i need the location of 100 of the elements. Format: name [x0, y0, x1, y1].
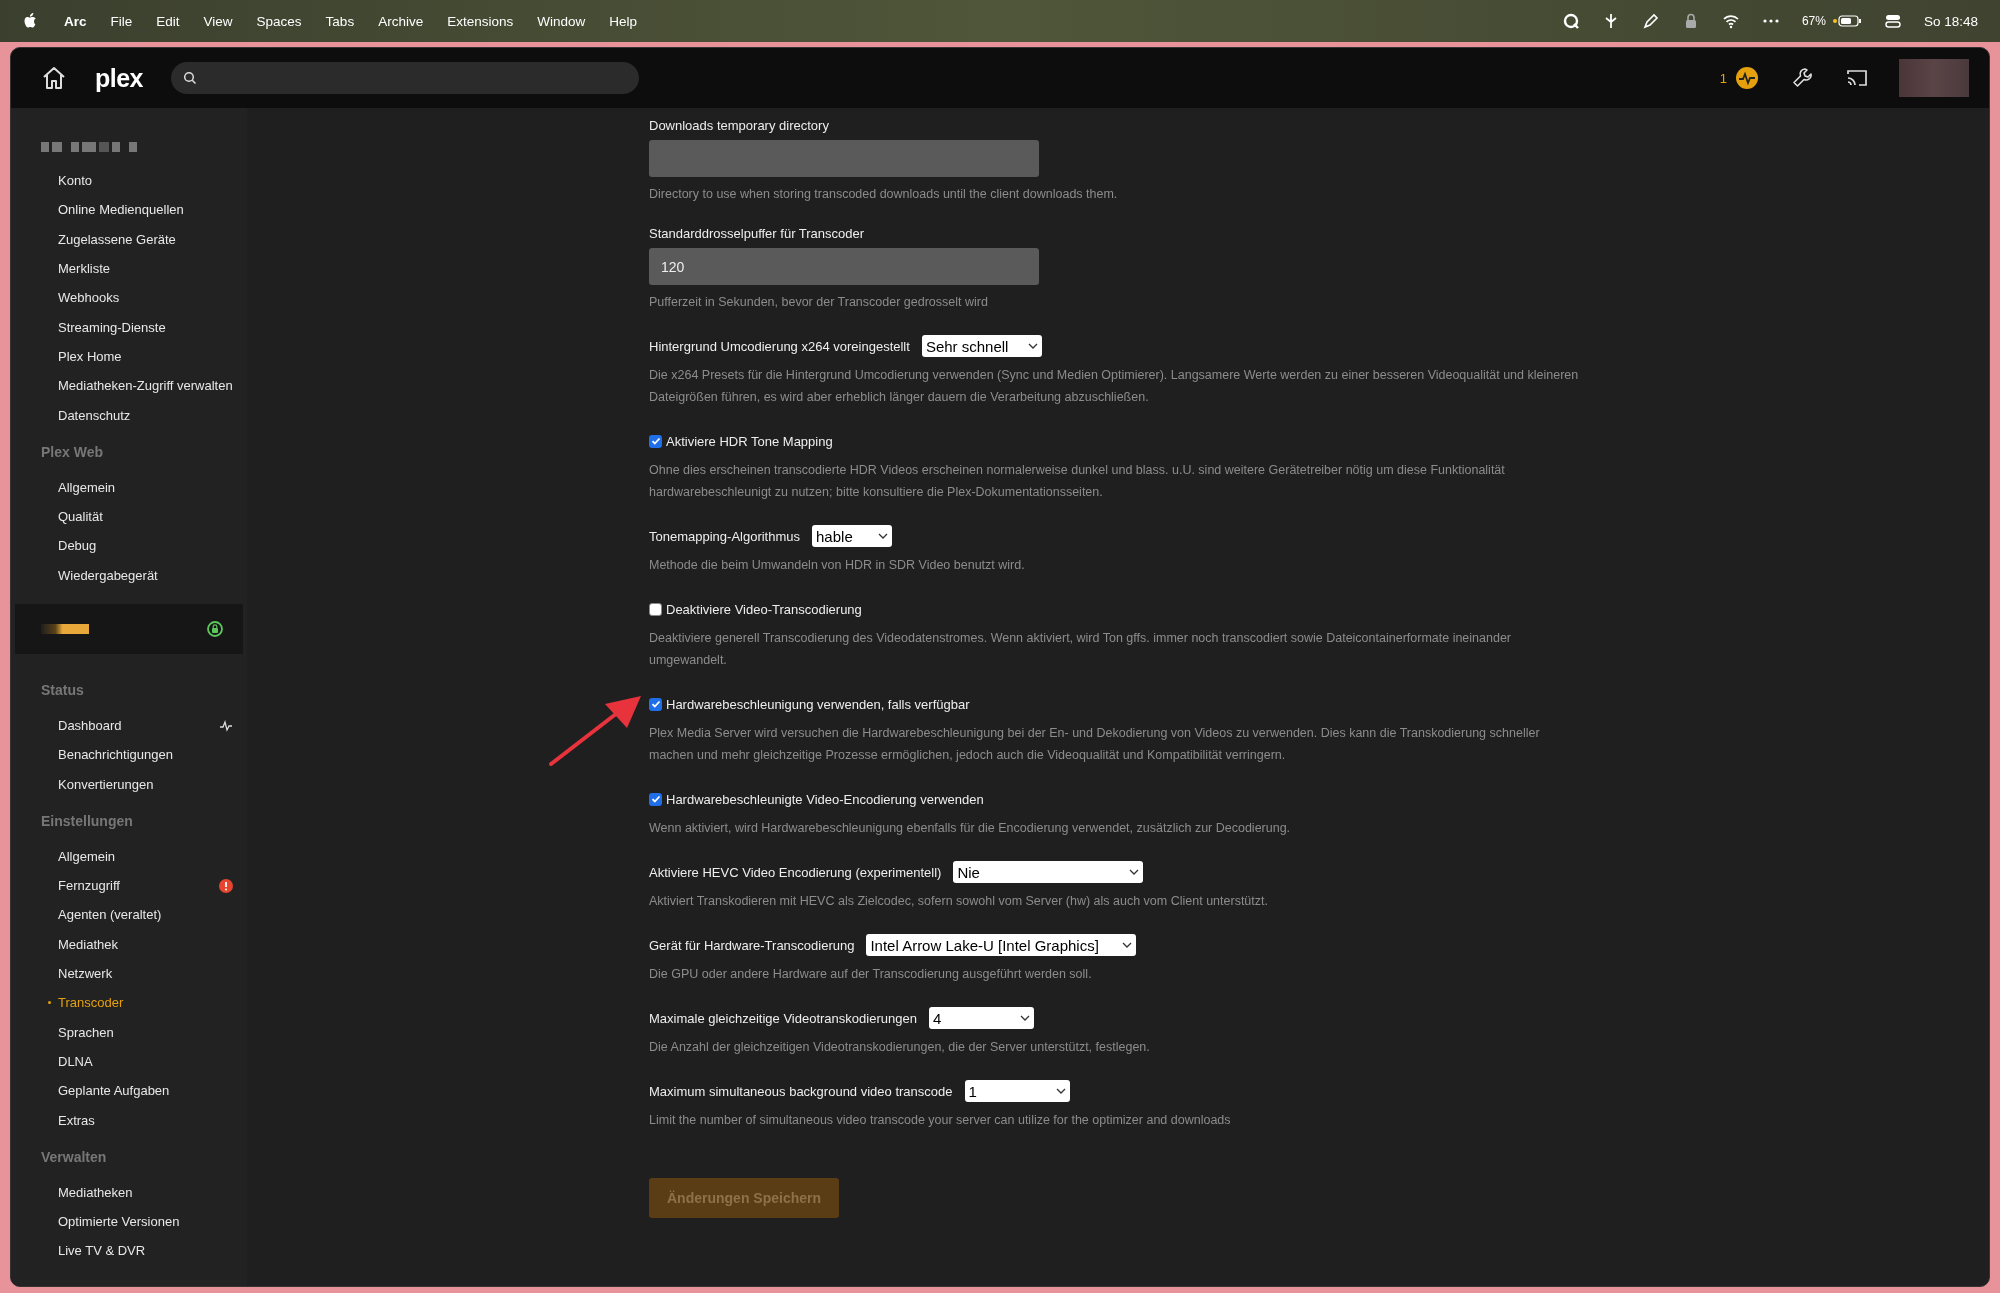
setting-label: Hintergrund Umcodierung x264 voreingestellt — [649, 338, 910, 354]
setting-label: Aktiviere HDR Tone Mapping — [666, 433, 833, 449]
setting-description: Die GPU oder andere Hardware auf der Transcodierung ausgeführt werden soll. — [649, 966, 1093, 983]
setting-label: Hardwarebeschleunigte Video-Encodierung verwenden — [666, 791, 984, 807]
input-field[interactable] — [649, 140, 1039, 177]
sidebar-item[interactable]: Debug — [11, 531, 247, 561]
menu-item[interactable]: Spaces — [256, 13, 302, 29]
setting-label: Deaktiviere Video-Transcodierung — [666, 601, 862, 617]
section-heading: Status — [40, 680, 85, 700]
setting-label: Tonemapping-Algorithmus — [649, 528, 801, 544]
sidebar-item[interactable]: Extras — [11, 1105, 247, 1135]
sidebar-item[interactable]: Zugelassene Geräte — [11, 224, 247, 254]
server-panel[interactable] — [15, 603, 243, 654]
sidebar-item[interactable]: Streaming-Dienste — [11, 312, 247, 342]
menu-item[interactable]: View — [203, 13, 233, 29]
battery-percentage: 67% — [1801, 14, 1826, 28]
circle-icon[interactable] — [1561, 12, 1580, 30]
wifi-icon[interactable] — [1721, 12, 1740, 30]
sidebar-item[interactable]: Dashboard — [11, 710, 247, 741]
menu-item[interactable]: Extensions — [447, 13, 514, 29]
menu-item[interactable]: File — [110, 13, 133, 29]
setting-description: Methode die beim Umwandeln von HDR in SDR Video benutzt wird. — [649, 557, 1026, 574]
setting-description: Die x264 Presets für die Hintergrund Umcodierung verwenden (Sync und Medien Optimierer). Langsamere Werte werden zu einer besseren Videoqualität und kleineren Dateigrößen führen, es wird aber erheblich länger dauern die Verarbeitung abzuschließen. — [649, 367, 1580, 406]
setting-label: Aktiviere HEVC Video Encodierung (experimentell) — [649, 864, 942, 880]
checkbox[interactable] — [649, 792, 662, 806]
sidebar-item[interactable]: Transcoder — [11, 988, 247, 1018]
dropdown[interactable]: 1 — [964, 1080, 1070, 1102]
caret-icon — [1129, 868, 1140, 876]
menu-item[interactable]: Help — [609, 13, 637, 29]
menu-item[interactable]: Window — [537, 13, 586, 29]
setting-label: Hardwarebeschleunigung verwenden, falls verfügbar — [666, 696, 970, 712]
menu-item[interactable]: Edit — [156, 13, 180, 29]
sidebar-item[interactable]: Mediatheken — [11, 1177, 247, 1207]
sidebar-item[interactable]: Plex Home — [11, 341, 247, 372]
setting-description: Deaktiviere generell Transcodierung des Videodatenstromes. Wenn aktiviert, wird Ton gffs. immer noch transcodiert sowie Dateicontainerformate ineinander umgewandelt. — [649, 630, 1513, 669]
clock[interactable]: So 18:48 — [1923, 13, 1978, 29]
sidebar-item[interactable]: Konvertierungen — [11, 769, 247, 799]
setting-description: Directory to use when storing transcoded downloads until the client downloads them. — [649, 186, 1119, 203]
checkbox[interactable] — [649, 434, 662, 448]
wrench-icon[interactable] — [1791, 66, 1815, 90]
control-center-icon[interactable] — [1883, 12, 1902, 30]
activity-count: 1 — [1719, 70, 1727, 86]
section-heading: Einstellungen — [40, 811, 134, 831]
menu-item[interactable]: Arc — [64, 13, 87, 29]
caret-icon — [1019, 1014, 1030, 1022]
sidebar-item[interactable]: Benachrichtigungen — [11, 740, 247, 770]
setting-description: Limit the number of simultaneous video transcode your server can utilize for the optimizer and downloads — [649, 1112, 1232, 1129]
setting-description: Die Anzahl der gleichzeitigen Videotranskodierungen, die der Server unterstützt, festlegen. — [649, 1039, 1151, 1056]
sidebar-item[interactable]: Fernzugriff — [11, 871, 247, 901]
checkbox[interactable] — [649, 697, 662, 711]
home-icon[interactable] — [41, 65, 67, 91]
caret-icon — [1027, 342, 1038, 350]
caret-icon — [1122, 941, 1133, 949]
checkbox[interactable] — [649, 602, 662, 616]
sidebar-item[interactable]: Sprachen — [11, 1017, 247, 1047]
menu-item[interactable]: Tabs — [325, 13, 355, 29]
sidebar-item[interactable]: Agenten (veraltet) — [11, 900, 247, 930]
sidebar-item[interactable]: Live TV & DVR — [11, 1236, 247, 1266]
dropdown[interactable]: Sehr schnell — [921, 335, 1042, 357]
setting-description: Aktiviert Transkodieren mit HEVC als Zielcodec, sofern sowohl vom Server (hw) als auch vom Client unterstützt. — [649, 893, 1269, 910]
caret-icon — [1055, 1087, 1066, 1095]
activity-icon[interactable] — [1735, 66, 1759, 90]
sidebar-item[interactable]: Wiedergabegerät — [11, 560, 247, 590]
redacted-server-name — [41, 623, 89, 634]
sidebar-item[interactable]: Online Medienquellen — [11, 195, 247, 225]
setting-label: Maximale gleichzeitige Videotranskodierungen — [649, 1010, 917, 1026]
sidebar-item[interactable]: Netzwerk — [11, 958, 247, 989]
sidebar-item[interactable]: Mediatheken-Zugriff verwalten — [11, 371, 247, 401]
setting-label: Maximum simultaneous background video transcode — [649, 1083, 953, 1099]
dropdown[interactable]: hable — [812, 525, 893, 547]
sidebar-item[interactable]: Merkliste — [11, 253, 247, 284]
sidebar-item[interactable]: Geplante Aufgaben — [11, 1076, 247, 1106]
sidebar-item[interactable]: Mediathek — [11, 929, 247, 959]
dropdown[interactable]: 4 — [928, 1007, 1034, 1029]
battery-icon[interactable] — [1831, 14, 1862, 28]
sidebar-item[interactable]: DLNA — [11, 1046, 247, 1077]
section-heading: Verwalten — [40, 1147, 108, 1167]
sidebar-item[interactable]: Allgemein — [11, 472, 247, 502]
setting-label: Standarddrosselpuffer für Transcoder — [649, 226, 866, 241]
setting-label: Downloads temporary directory — [649, 118, 830, 133]
sidebar-item[interactable]: Qualität — [11, 501, 247, 532]
menu-item[interactable]: Archive — [378, 13, 424, 29]
caret-icon — [878, 532, 889, 540]
dropdown[interactable]: Intel Arrow Lake-U [Intel Graphics] — [866, 934, 1137, 956]
setting-description: Wenn aktiviert, wird Hardwarebeschleunigung ebenfalls für die Encodierung verwendet, zusätzlich zur Decodierung. — [649, 820, 1292, 837]
sidebar-item[interactable]: Allgemein — [11, 841, 247, 872]
dropdown[interactable]: Nie — [953, 861, 1144, 883]
pen-icon[interactable] — [1641, 12, 1660, 30]
sidebar-item[interactable]: Webhooks — [11, 283, 247, 313]
sidebar-item[interactable]: Datenschutz — [11, 400, 247, 430]
plex-logo[interactable]: plex — [95, 63, 144, 93]
sidebar-item[interactable]: Optimierte Versionen — [11, 1207, 247, 1237]
setting-description: Ohne dies erscheinen transcodierte HDR Videos erscheinen normalerweise dunkel und blass. u.U. sind weitere Gerätetreiber nötig um diese Funktionalität hardwarebeschleunigt zu nutzen; bitte konsultiere die Plex-Dokumentationsseiten. — [649, 462, 1506, 501]
input-field[interactable]: 120 — [649, 248, 1039, 285]
search-icon — [183, 71, 198, 85]
search-field[interactable] — [171, 62, 640, 94]
sidebar-item[interactable]: Konto — [11, 166, 247, 196]
section-heading: Plex Web — [40, 442, 104, 462]
setting-description: Pufferzeit in Sekunden, bevor der Transcoder gedrosselt wird — [649, 294, 989, 311]
setting-description: Plex Media Server wird versuchen die Hardwarebeschleunigung bei der En- und Dekodierung von Videos zu verwenden. Dies kann die Transkodierung schneller machen und mehr gleichzeitige Prozesse ermöglichen, jedoch auch die Videoqualität und Kompatibilität verringern. — [649, 725, 1541, 764]
